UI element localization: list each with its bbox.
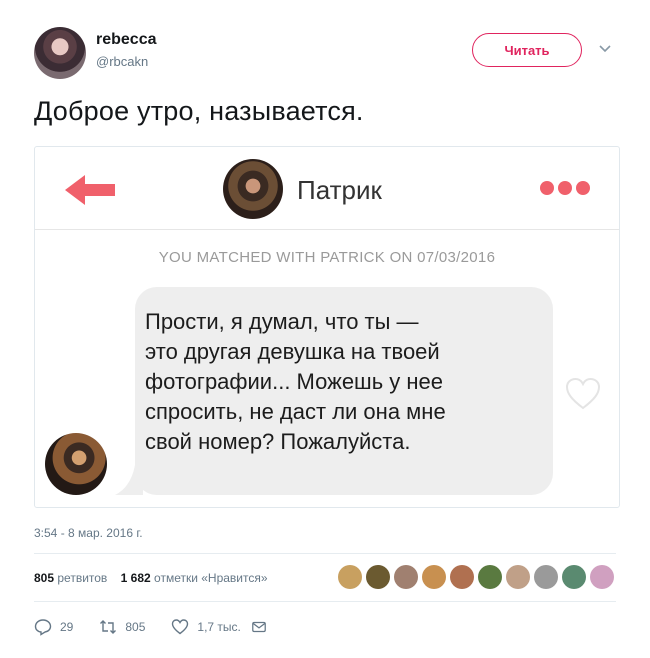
liker-avatar[interactable] — [506, 565, 530, 589]
message-line: это другая девушка на твоей — [145, 339, 440, 364]
matched-date-text: YOU MATCHED WITH PATRICK ON 07/03/2016 — [158, 249, 496, 266]
liker-avatar[interactable] — [394, 565, 418, 589]
liker-avatar[interactable] — [338, 565, 362, 589]
retweets-label[interactable]: ретвитов — [57, 571, 107, 585]
sender-avatar — [45, 433, 107, 495]
message-line: спросить, не даст ли она мне — [145, 399, 446, 424]
tweet-image[interactable]: Патрик YOU MATCHED WITH PATRICK ON 07/03… — [34, 146, 620, 508]
author-handle[interactable]: @rbcakn — [96, 54, 148, 69]
divider — [34, 601, 616, 602]
chat-header: Патрик — [35, 147, 619, 230]
heart-outline-icon — [565, 377, 601, 410]
tweet-actions: 29 805 1,7 тыс. — [34, 618, 267, 636]
match-avatar — [223, 159, 283, 219]
divider — [34, 553, 616, 554]
reply-count: 29 — [60, 620, 74, 634]
liker-avatar[interactable] — [422, 565, 446, 589]
liker-avatar[interactable] — [590, 565, 614, 589]
liker-avatar[interactable] — [450, 565, 474, 589]
match-name: Патрик — [297, 175, 382, 205]
like-button[interactable]: 1,7 тыс. — [171, 618, 241, 636]
tweet-timestamp[interactable]: 3:54 - 8 мар. 2016 г. — [34, 526, 143, 540]
envelope-icon[interactable] — [251, 619, 267, 635]
message-line: фотографии... Можешь у нее — [145, 369, 444, 394]
tweet-text: Доброе утро, называется. — [34, 96, 364, 126]
retweet-icon — [100, 620, 117, 634]
message-line: Прости, я думал, что ты — — [145, 309, 419, 334]
liker-avatar[interactable] — [562, 565, 586, 589]
reply-button[interactable]: 29 — [34, 618, 73, 636]
more-dots-icon — [540, 181, 590, 195]
back-arrow-icon — [65, 175, 115, 205]
message-line: свой номер? Пожалуйста. — [145, 429, 411, 454]
like-count: 1,7 тыс. — [197, 620, 241, 634]
tweet-stats: 805 ретвитов 1 682 отметки «Нравится» — [34, 571, 268, 585]
message-bubble: Прости, я думал, что ты — это другая дев… — [135, 287, 553, 495]
retweet-button[interactable]: 805 — [99, 618, 145, 636]
heart-icon — [172, 619, 189, 635]
likers-avatars — [338, 565, 614, 591]
follow-button[interactable]: Читать — [472, 33, 582, 67]
author-avatar[interactable] — [34, 27, 86, 79]
likes-label[interactable]: отметки «Нравится» — [154, 571, 268, 585]
retweets-count[interactable]: 805 — [34, 571, 54, 585]
reply-icon — [34, 619, 52, 636]
retweet-count: 805 — [125, 620, 146, 634]
chevron-down-icon[interactable] — [598, 42, 612, 56]
likes-count[interactable]: 1 682 — [121, 571, 151, 585]
liker-avatar[interactable] — [366, 565, 390, 589]
author-name[interactable]: rebecca — [96, 31, 157, 49]
liker-avatar[interactable] — [478, 565, 502, 589]
liker-avatar[interactable] — [534, 565, 558, 589]
